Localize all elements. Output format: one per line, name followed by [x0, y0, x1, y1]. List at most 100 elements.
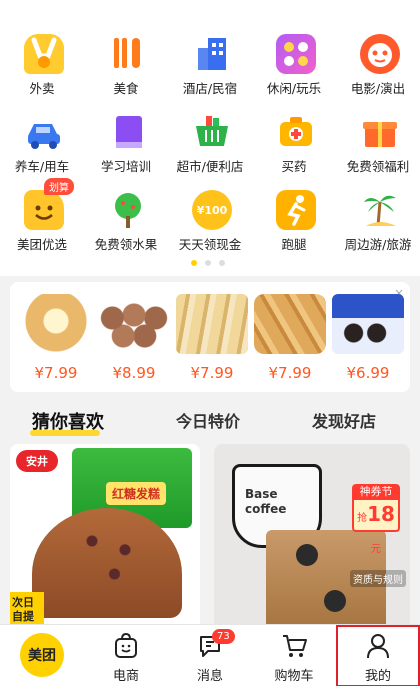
package-label: 红糖发糕 [106, 482, 167, 505]
movie-icon [360, 34, 400, 74]
meituan-logo: 美团 [20, 633, 64, 677]
category-supermarket[interactable]: 超市/便利店 [168, 106, 252, 182]
product-price: ¥6.99 [346, 364, 390, 382]
hotel-icon [192, 34, 232, 74]
category-car[interactable]: 养车/用车 [0, 106, 84, 182]
page-dot-active [191, 260, 197, 266]
food-icon [108, 34, 148, 74]
festival-badge: 神券节 抢18元 [352, 484, 400, 555]
nav-label: 消息 [196, 669, 223, 684]
unread-count-badge: 73 [212, 629, 235, 644]
category-label: 跑腿 [281, 237, 307, 252]
product-price: ¥7.99 [34, 364, 78, 382]
product-item[interactable]: ¥8.99 [98, 290, 170, 386]
coupon-value: 抢18元 [352, 500, 400, 555]
bottom-tab-bar: 美团 电商 73 消息 购物车 我的 [0, 624, 420, 686]
category-label: 买药 [281, 159, 307, 174]
coin-text: ¥100 [196, 203, 228, 217]
nav-ecommerce[interactable]: 电商 [84, 625, 168, 686]
category-row-1: 外卖 美食 酒店/民宿 休闲/玩乐 电影/演出 [0, 28, 420, 104]
cup-label: Base coffee [245, 487, 287, 516]
page-dot [219, 260, 225, 266]
feed-card-left[interactable]: 安井 红糖发糕 次日自提 [10, 444, 200, 632]
tab-recommend[interactable]: 猜你喜欢 [32, 408, 104, 434]
product-item[interactable]: ¥7.99 [176, 290, 248, 386]
basket-icon [192, 112, 232, 152]
product-price: ¥7.99 [190, 364, 234, 382]
nav-messages[interactable]: 73 消息 [168, 625, 252, 686]
category-study[interactable]: 学习培训 [84, 106, 168, 182]
snack-pack-image [176, 294, 248, 354]
tab-daily-special[interactable]: 今日特价 [176, 408, 240, 432]
category-label: 养车/用车 [14, 159, 70, 174]
car-icon [24, 112, 64, 152]
category-label: 美食 [113, 81, 139, 96]
page-indicator [0, 258, 420, 268]
nav-home[interactable]: 美团 [0, 625, 84, 686]
nav-mine[interactable]: 我的 [336, 625, 420, 686]
category-label: 超市/便利店 [176, 159, 244, 174]
smile-icon [24, 190, 64, 230]
category-welfare[interactable]: 免费领福利 [336, 106, 420, 182]
user-profile-icon [367, 634, 389, 659]
category-cash[interactable]: ¥100 天天领现金 [168, 184, 252, 260]
product-item[interactable]: ¥7.99 [254, 290, 326, 386]
category-takeout[interactable]: 外卖 [0, 28, 84, 104]
category-label: 天天领现金 [178, 237, 242, 252]
box-seal [296, 544, 318, 566]
category-leisure[interactable]: 休闲/玩乐 [252, 28, 336, 104]
book-icon [108, 112, 148, 152]
box-seal [324, 590, 346, 612]
cart-icon [283, 635, 307, 657]
feed-card-right[interactable]: Base coffee 神券节 抢18元 资质与规则 [214, 444, 410, 632]
bread-image [20, 294, 92, 354]
product-item[interactable]: ¥7.99 [20, 290, 92, 386]
leisure-icon [276, 34, 316, 74]
nav-label: 电商 [112, 669, 139, 684]
palm-icon [360, 190, 400, 230]
takeout-icon [24, 34, 64, 74]
category-fruit[interactable]: 免费领水果 [84, 184, 168, 260]
category-row-3: 划算 美团优选 免费领水果 ¥100 天天领现金 跑腿 周边游/旅游 [0, 178, 420, 260]
category-hotel[interactable]: 酒店/民宿 [168, 28, 252, 104]
category-label: 免费领福利 [346, 159, 410, 174]
qualification-link[interactable]: 资质与规则 [350, 570, 406, 587]
deal-products-strip: × ¥7.99 ¥8.99 ¥7.99 ¥7.99 ¥6.99 [10, 282, 410, 392]
shopping-bag-icon [115, 633, 137, 658]
festival-label: 神券节 [352, 484, 400, 500]
cookies-image [98, 294, 170, 354]
category-movie[interactable]: 电影/演出 [336, 28, 420, 104]
product-price: ¥7.99 [268, 364, 312, 382]
category-label: 美团优选 [16, 237, 67, 252]
category-label: 酒店/民宿 [182, 81, 238, 96]
nav-label: 我的 [364, 669, 391, 684]
category-youxuan[interactable]: 划算 美团优选 [0, 178, 84, 260]
category-label: 休闲/玩乐 [266, 81, 322, 96]
category-grid: 外卖 美食 酒店/民宿 休闲/玩乐 电影/演出 养车/用车 学习培训 超市/便利… [0, 0, 420, 276]
category-food[interactable]: 美食 [84, 28, 168, 104]
nav-label: 购物车 [274, 669, 314, 684]
category-label: 电影/演出 [350, 81, 406, 96]
category-medicine[interactable]: 买药 [252, 106, 336, 182]
deal-badge: 划算 [44, 178, 74, 195]
category-label: 学习培训 [100, 159, 151, 174]
category-label: 免费领水果 [94, 237, 158, 252]
brand-logo: 安井 [16, 450, 58, 472]
product-price: ¥8.99 [112, 364, 156, 382]
category-label: 周边游/旅游 [344, 237, 412, 252]
category-errand[interactable]: 跑腿 [252, 184, 336, 260]
category-travel[interactable]: 周边游/旅游 [336, 184, 420, 260]
coin-icon: ¥100 [192, 190, 232, 230]
oreo-image [332, 294, 404, 354]
tree-icon [108, 190, 148, 230]
page-dot [205, 260, 211, 266]
feed-tabs: 猜你喜欢 今日特价 发现好店 [0, 400, 420, 440]
pastry-image [254, 294, 326, 354]
nav-cart[interactable]: 购物车 [252, 625, 336, 686]
category-row-2: 养车/用车 学习培训 超市/便利店 买药 免费领福利 [0, 106, 420, 182]
product-item[interactable]: ¥6.99 [332, 290, 404, 386]
tab-discover-shops[interactable]: 发现好店 [312, 408, 376, 432]
category-label: 外卖 [29, 81, 55, 96]
medicine-icon [276, 112, 316, 152]
runner-icon [276, 190, 316, 230]
